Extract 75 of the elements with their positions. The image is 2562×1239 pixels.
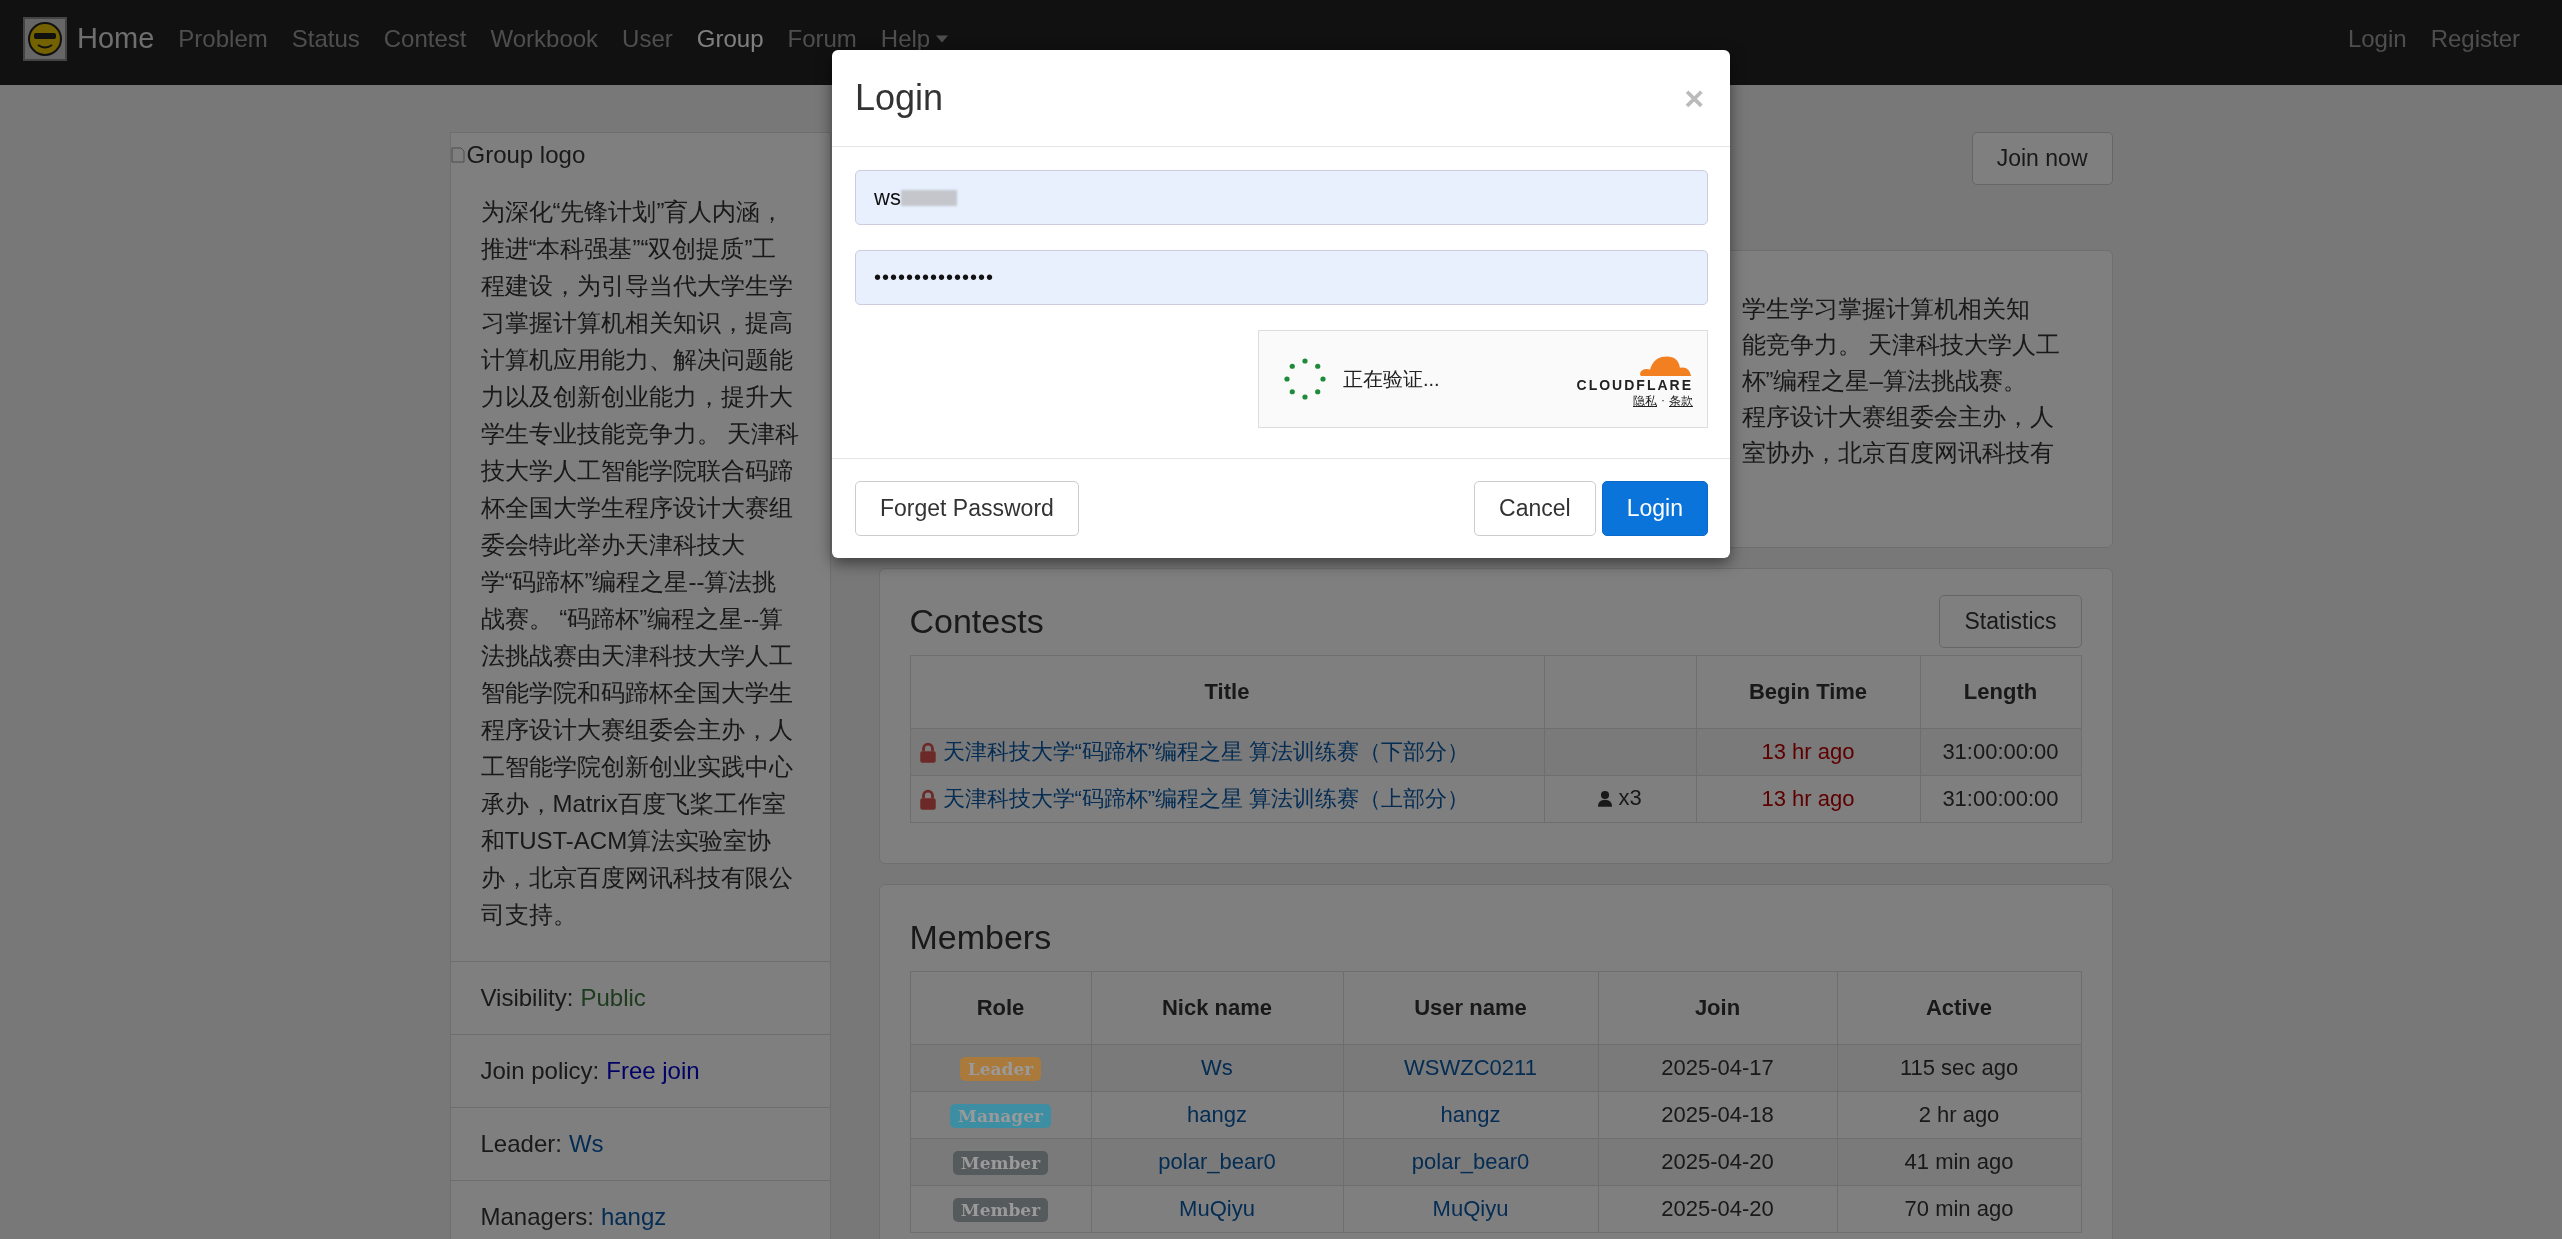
role-badge: Member: [952, 1198, 1049, 1222]
nav-link[interactable]: Workbook: [478, 24, 611, 53]
description-text: 能竞争力。 天津科技大学人工: [1741, 330, 2062, 360]
column-header: Nick name: [1091, 971, 1343, 1045]
column-header: Begin Time: [1696, 655, 1920, 729]
column-header: Length: [1920, 655, 2081, 729]
begin-time: 13 hr ago: [1761, 739, 1855, 764]
brand-text: CLOUDFLARE: [1576, 376, 1693, 393]
begin-time: 13 hr ago: [1761, 786, 1855, 811]
active-time: 2 hr ago: [1918, 1102, 2000, 1127]
description-text: 程序设计大赛组委会主办，人: [1741, 402, 2055, 432]
home-link[interactable]: Home: [23, 16, 155, 61]
contest-length: 31:00:00:00: [1942, 739, 2059, 764]
nav-link[interactable]: Login: [2335, 24, 2419, 53]
statistics-button[interactable]: Statistics: [1939, 594, 2082, 648]
username-field[interactable]: ws: [855, 170, 1708, 225]
active-time: 41 min ago: [1904, 1149, 2014, 1174]
dialog-button[interactable]: Cancel: [1474, 481, 1596, 536]
description-text: 室协办，北京百度网讯科技有: [1741, 438, 2055, 468]
column-header: Join: [1598, 971, 1837, 1045]
join-date: 2025-04-20: [1661, 1149, 1774, 1174]
role-badge: Member: [952, 1151, 1049, 1175]
nickname-link[interactable]: MuQiyu: [1179, 1196, 1255, 1221]
info-value: Free join: [606, 1056, 700, 1086]
column-header: Role: [910, 971, 1091, 1045]
info-label: Managers:: [480, 1202, 594, 1232]
nav-link[interactable]: Contest: [371, 24, 479, 53]
separator-text: ·: [1661, 392, 1665, 409]
password-field[interactable]: •••••••••••••••: [855, 250, 1708, 305]
section-title: Members: [909, 917, 1052, 957]
dialog-button[interactable]: Login: [1601, 481, 1708, 536]
privacy-link[interactable]: 隐私: [1633, 392, 1657, 410]
nickname-link[interactable]: hangz: [1187, 1102, 1247, 1127]
active-time: 115 sec ago: [1899, 1055, 2019, 1080]
dialog-button[interactable]: Forget Password: [855, 481, 1079, 536]
column-header: User name: [1343, 971, 1598, 1045]
group-description: 为深化“先锋计划”育人内涵，推进“本科强基”“双创提质”工程建设，为引导当代大学生学习掌握计算机相关知识，提高计算机应用能力、解决问题能力以及创新创业能力，提升大学生专业技能竞争力。 天津科技大学人工智能学院联合码蹄杯全国大学生程序设计大赛组委会特此举办天津科技大学“码蹄杯”编程之星--算法挑战赛。 “码蹄杯”编程之星--算法挑战赛由天津科技大学人工智能学院和码蹄杯全国大学生程序设计大赛组委会主办，人工智能学院创新创业实践中心承办，Matrix百度飞桨工作室和TUST-ACM算法实验室协办，北京百度网讯科技有限公司支持。: [479, 197, 801, 930]
nav-link[interactable]: Register: [2418, 24, 2532, 53]
username-link[interactable]: MuQiyu: [1432, 1196, 1509, 1221]
info-value: Public: [580, 983, 646, 1013]
captcha-status: 正在验证...: [1343, 366, 1440, 392]
nickname-link[interactable]: Ws: [1201, 1055, 1233, 1080]
spinner-icon: [1283, 357, 1327, 401]
close-button[interactable]: ×: [1680, 78, 1708, 118]
nav-link[interactable]: User: [610, 24, 685, 53]
nav-link[interactable]: Problem: [166, 24, 280, 53]
profile-link[interactable]: Ws: [568, 1126, 604, 1162]
participant-count: x3: [1618, 785, 1642, 812]
role-badge: Manager: [950, 1104, 1051, 1128]
join-date: 2025-04-18: [1661, 1102, 1774, 1127]
nav-link[interactable]: Forum: [775, 24, 869, 53]
column-header: Active: [1837, 971, 2081, 1045]
dialog-title: Login: [855, 77, 944, 119]
section-title: Contests: [909, 601, 1044, 641]
terms-link[interactable]: 条款: [1669, 392, 1693, 410]
user-icon: [1598, 789, 1613, 807]
info-label: Join policy:: [480, 1056, 600, 1086]
join-now-button[interactable]: Join now: [1971, 132, 2113, 185]
nav-link[interactable]: Help: [868, 24, 961, 53]
join-date: 2025-04-17: [1661, 1055, 1774, 1080]
group-logo-alt-text: Group logo: [466, 141, 586, 169]
nav-link[interactable]: Status: [279, 24, 372, 53]
smiley-icon: [23, 16, 67, 61]
profile-link[interactable]: hangz: [600, 1199, 667, 1235]
description-text: 杯”编程之星–算法挑战赛。: [1741, 366, 2028, 396]
info-label: Leader:: [480, 1129, 562, 1159]
contest-length: 31:00:00:00: [1942, 786, 2059, 811]
role-badge: Leader: [959, 1057, 1042, 1081]
username-link[interactable]: hangz: [1440, 1102, 1501, 1127]
join-date: 2025-04-20: [1661, 1196, 1774, 1221]
nav-link[interactable]: Group: [684, 24, 776, 53]
info-label: Visibility:: [480, 983, 574, 1013]
column-header: Title: [910, 655, 1544, 729]
description-text: 学生学习掌握计算机相关知: [1741, 294, 2031, 324]
active-time: 70 min ago: [1904, 1196, 2014, 1221]
